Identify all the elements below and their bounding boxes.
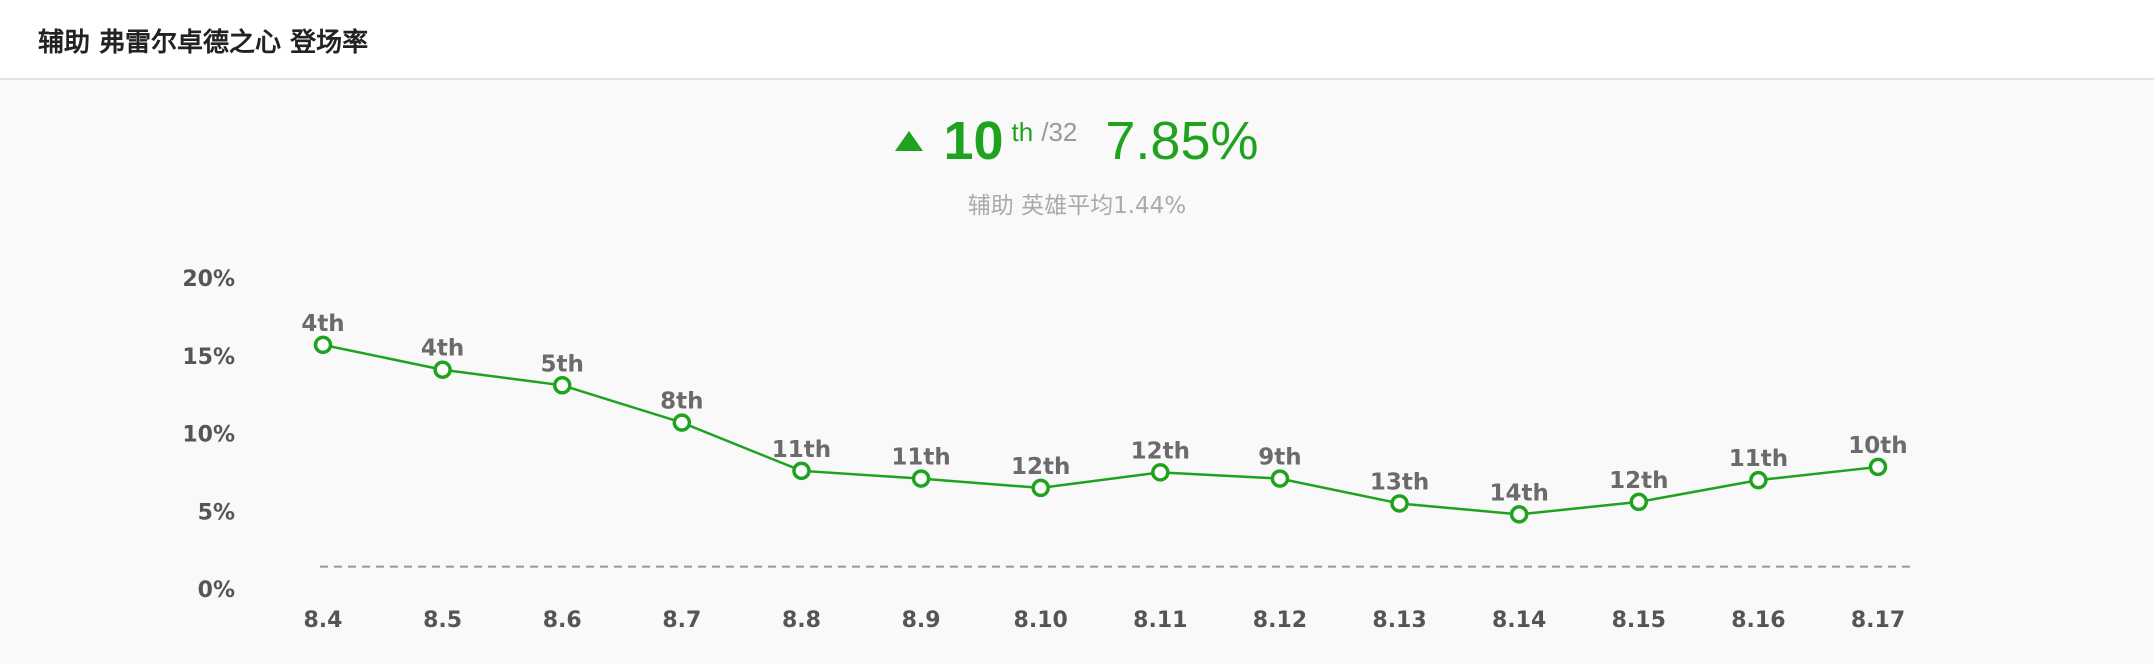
data-label: 12th: [1011, 454, 1070, 480]
y-tick-label: 10%: [182, 423, 235, 448]
data-point[interactable]: [1629, 492, 1649, 512]
data-point[interactable]: [433, 360, 452, 379]
x-axis: 8.4 8.5 8.6 8.7 8.8 8.9 8.10 8.11 8.12 8.13 8.14 8.…: [304, 608, 1906, 633]
data-label: 11th: [1729, 446, 1788, 472]
data-point[interactable]: [1749, 470, 1768, 490]
data-point[interactable]: [672, 413, 692, 432]
x-tick-label: 8.7: [662, 608, 701, 633]
x-tick-label: 8.12: [1253, 608, 1307, 633]
x-tick-label: 8.9: [902, 608, 941, 633]
data-label: 9th: [1258, 445, 1301, 471]
data-point[interactable]: [1868, 457, 1888, 477]
y-tick-label: 15%: [182, 345, 235, 370]
data-label: 11th: [891, 445, 950, 471]
x-tick-label: 8.13: [1372, 608, 1426, 633]
data-label: 4th: [301, 311, 344, 337]
data-label: 4th: [421, 336, 464, 362]
data-point[interactable]: [1509, 505, 1529, 524]
x-tick-label: 8.10: [1014, 608, 1068, 633]
data-label: 10th: [1848, 433, 1907, 459]
y-tick-label: 5%: [198, 500, 235, 525]
data-point[interactable]: [1270, 469, 1290, 488]
data-point[interactable]: [1390, 494, 1409, 513]
y-axis: 0% 5% 10% 15% 20%: [182, 267, 235, 603]
data-point[interactable]: [911, 469, 931, 488]
data-label: 13th: [1370, 469, 1429, 495]
x-tick-label: 8.8: [782, 608, 821, 633]
x-tick-label: 8.17: [1851, 608, 1905, 633]
x-tick-label: 8.6: [543, 608, 582, 633]
x-tick-label: 8.4: [304, 608, 343, 633]
data-point[interactable]: [1151, 463, 1170, 482]
point-labels-layer: 4th 4th 5th 8th 11th 11th 12th 12th 9th 13th 14th 1…: [301, 311, 1907, 506]
y-tick-label: 0%: [198, 578, 235, 603]
x-tick-label: 8.14: [1492, 608, 1546, 633]
data-point[interactable]: [552, 376, 572, 395]
x-tick-label: 8.5: [423, 608, 462, 633]
data-label: 14th: [1489, 480, 1548, 506]
x-tick-label: 8.16: [1731, 608, 1785, 633]
x-tick-label: 8.15: [1612, 608, 1666, 633]
data-label: 11th: [772, 437, 831, 463]
data-point[interactable]: [792, 461, 811, 481]
data-label: 5th: [541, 351, 584, 377]
data-point[interactable]: [313, 335, 333, 355]
line-chart: 0% 5% 10% 15% 20% 8.4 8.5 8.6 8.7 8.8 8.9 8.10 8.11…: [182, 267, 1912, 633]
data-label: 12th: [1131, 438, 1190, 464]
y-tick-label: 20%: [182, 267, 235, 292]
data-label: 12th: [1609, 468, 1668, 494]
data-label: 8th: [660, 389, 703, 415]
data-point[interactable]: [1031, 478, 1050, 498]
x-tick-label: 8.11: [1133, 608, 1187, 633]
